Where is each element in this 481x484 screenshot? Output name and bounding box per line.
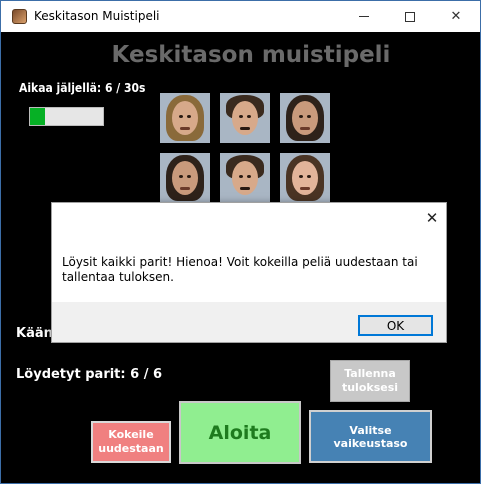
eye-icon	[299, 175, 303, 178]
card-4[interactable]	[160, 153, 210, 203]
mouth-icon	[240, 187, 250, 190]
dialog-ok-button[interactable]: OK	[358, 315, 433, 336]
start-button[interactable]: Aloita	[179, 401, 301, 464]
maximize-icon	[405, 11, 415, 22]
time-remaining-label: Aikaa jäljellä: 6 / 30s	[19, 81, 146, 95]
card-1[interactable]	[160, 93, 210, 143]
game-title: Keskitason muistipeli	[111, 42, 391, 68]
eye-icon	[187, 115, 191, 118]
choose-difficulty-button[interactable]: Valitse vaikeustaso	[309, 410, 432, 463]
eye-icon	[187, 175, 191, 178]
dialog-message: Löysit kaikki parit! Hienoa! Voit kokeil…	[62, 255, 418, 284]
eye-icon	[179, 175, 183, 178]
eye-icon	[299, 115, 303, 118]
mouth-icon	[300, 187, 310, 190]
mouth-icon	[240, 127, 250, 130]
retry-button[interactable]: Kokeile uudestaan	[91, 421, 171, 463]
eye-icon	[307, 115, 311, 118]
mouth-icon	[180, 127, 190, 130]
eye-icon	[247, 115, 251, 118]
close-button[interactable]: ✕	[433, 1, 479, 32]
maximize-button[interactable]	[387, 1, 433, 32]
eye-icon	[247, 175, 251, 178]
dialog-close-icon[interactable]: ✕	[424, 210, 440, 226]
title-bar[interactable]: Keskitason Muistipeli ✕	[1, 1, 480, 32]
eye-icon	[239, 175, 243, 178]
dialog-body: ✕ Löysit kaikki parit! Hienoa! Voit koke…	[52, 203, 446, 302]
retry-label: Kokeile uudestaan	[98, 428, 164, 455]
card-3[interactable]	[280, 93, 330, 143]
minimize-icon	[359, 16, 369, 17]
save-results-button[interactable]: Tallenna tuloksesi	[330, 360, 410, 402]
mouth-icon	[180, 187, 190, 190]
choose-difficulty-label: Valitse vaikeustaso	[333, 423, 408, 450]
eye-icon	[179, 115, 183, 118]
time-progress-bar	[29, 107, 104, 126]
mouth-icon	[300, 127, 310, 130]
close-icon: ✕	[450, 9, 462, 24]
card-2[interactable]	[220, 93, 270, 143]
app-icon	[12, 9, 27, 24]
message-dialog: ✕ Löysit kaikki parit! Hienoa! Voit koke…	[51, 202, 447, 343]
save-results-label: Tallenna tuloksesi	[341, 367, 399, 394]
card-5[interactable]	[220, 153, 270, 203]
time-progress-fill	[30, 108, 45, 125]
card-6[interactable]	[280, 153, 330, 203]
window-title: Keskitason Muistipeli	[34, 9, 160, 23]
minimize-button[interactable]	[341, 1, 387, 32]
eye-icon	[307, 175, 311, 178]
start-label: Aloita	[208, 421, 272, 444]
found-pairs-label: Löydetyt parit: 6 / 6	[16, 367, 163, 382]
eye-icon	[239, 115, 243, 118]
